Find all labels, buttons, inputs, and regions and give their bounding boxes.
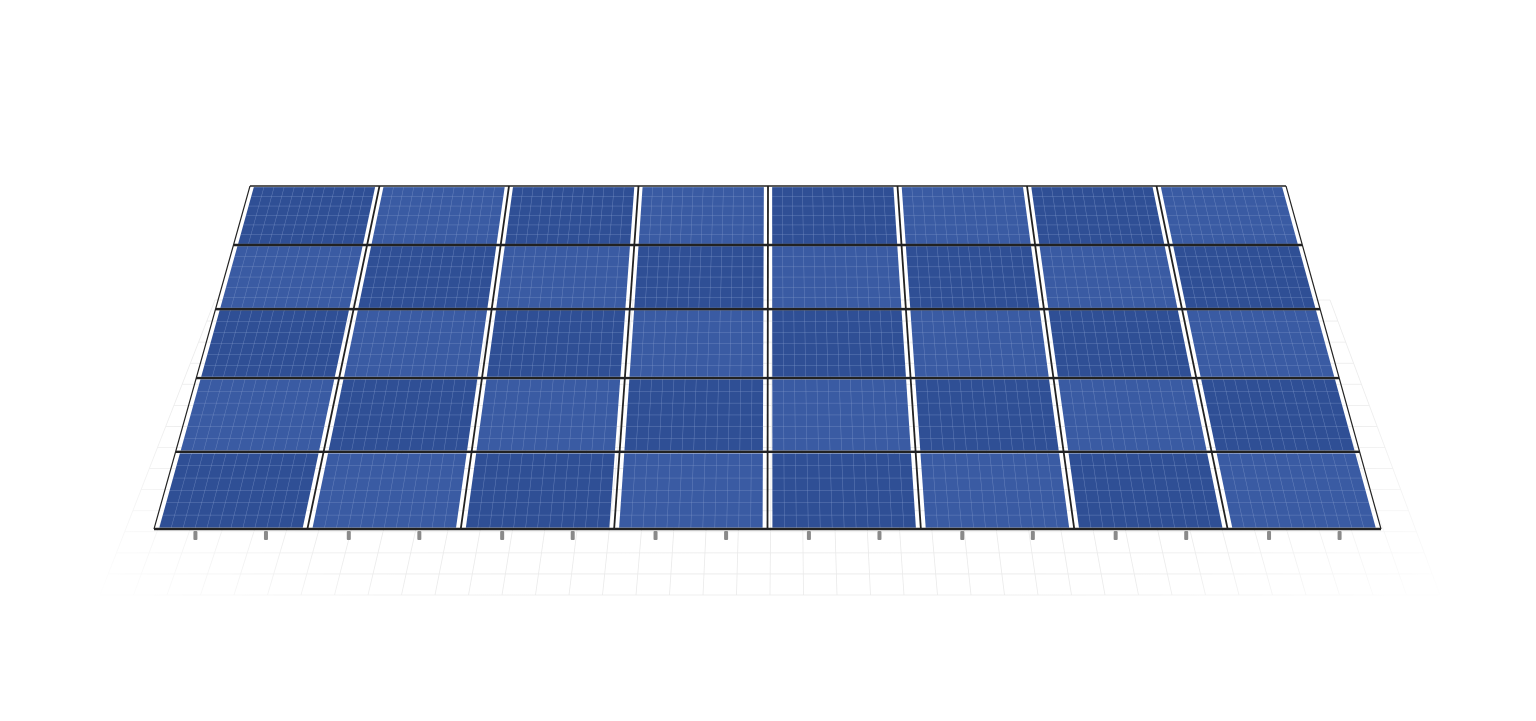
solar-module[interactable] — [505, 187, 635, 244]
solar-module[interactable] — [159, 453, 319, 528]
solar-module[interactable] — [634, 246, 764, 308]
mount-foot — [1030, 531, 1035, 540]
mount-foot — [1267, 531, 1272, 540]
solar-module[interactable] — [772, 246, 902, 308]
mount-foot — [1337, 531, 1342, 540]
mount-foot — [193, 531, 198, 540]
frame-column — [766, 185, 769, 530]
solar-module[interactable] — [772, 453, 916, 528]
mount-foot — [570, 531, 575, 540]
solar-module[interactable] — [180, 379, 335, 451]
solar-module[interactable] — [772, 310, 906, 377]
solar-module[interactable] — [1186, 310, 1335, 377]
solar-module[interactable] — [201, 310, 349, 377]
solar-module[interactable] — [496, 246, 630, 308]
solar-module[interactable] — [486, 310, 626, 377]
solar-module[interactable] — [910, 310, 1049, 377]
solar-module[interactable] — [1173, 246, 1316, 308]
solar-module[interactable] — [1039, 246, 1178, 308]
solar-module[interactable] — [1048, 310, 1192, 377]
3d-viewport[interactable] — [0, 0, 1536, 721]
solar-module[interactable] — [1031, 187, 1165, 244]
solar-module[interactable] — [312, 453, 467, 528]
solar-module[interactable] — [465, 453, 615, 528]
solar-module[interactable] — [358, 246, 497, 308]
solar-module[interactable] — [1160, 187, 1298, 244]
solar-module[interactable] — [619, 453, 763, 528]
solar-module[interactable] — [901, 187, 1031, 244]
solar-module[interactable] — [1201, 379, 1355, 451]
solar-module[interactable] — [1058, 379, 1207, 451]
solar-module[interactable] — [1216, 453, 1376, 528]
solar-module[interactable] — [328, 379, 478, 451]
solar-module[interactable] — [371, 187, 505, 244]
solar-module[interactable] — [772, 379, 911, 451]
solar-array-scene — [0, 0, 1536, 721]
solar-module[interactable] — [624, 379, 764, 451]
mount-foot — [1184, 531, 1189, 540]
solar-module[interactable] — [772, 187, 898, 244]
solar-module[interactable] — [629, 310, 764, 377]
mount-foot — [724, 531, 729, 540]
solar-module[interactable] — [905, 246, 1040, 308]
solar-module[interactable] — [1068, 453, 1223, 528]
mount-foot — [877, 531, 882, 540]
solar-module[interactable] — [915, 379, 1059, 451]
mount-foot — [1113, 531, 1118, 540]
mount-foot — [960, 531, 965, 540]
solar-module[interactable] — [343, 310, 488, 377]
mount-foot — [417, 531, 422, 540]
solar-module[interactable] — [220, 246, 363, 308]
solar-module[interactable] — [238, 187, 376, 244]
solar-module[interactable] — [920, 453, 1070, 528]
mount-foot — [806, 531, 811, 540]
mount-foot — [653, 531, 658, 540]
solar-module[interactable] — [638, 187, 764, 244]
mount-foot — [500, 531, 505, 540]
mount-foot — [346, 531, 351, 540]
solar-module[interactable] — [476, 379, 621, 451]
mount-foot — [263, 531, 268, 540]
